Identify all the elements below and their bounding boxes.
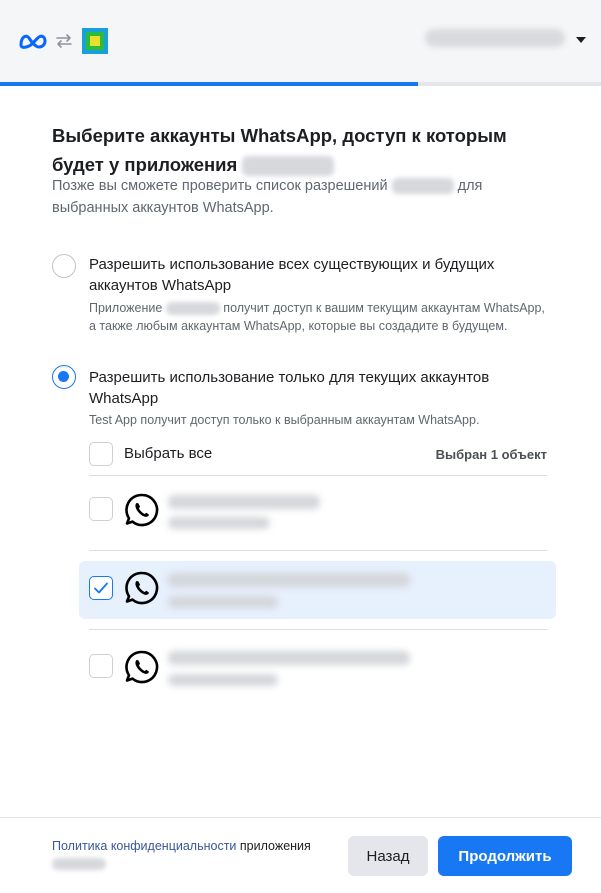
whatsapp-icon <box>125 571 159 605</box>
subtitle-text-2: для <box>457 178 483 194</box>
divider <box>89 550 547 551</box>
account-name-redacted[interactable] <box>425 29 565 47</box>
meta-logo-icon <box>19 34 47 49</box>
option-all-accounts-desc: Приложение получит доступ к вашим текущи… <box>89 300 549 335</box>
header-bar <box>0 0 601 82</box>
app-name-redacted <box>391 178 454 195</box>
progress-fill <box>0 82 418 86</box>
app-icon <box>82 28 108 54</box>
radio-current-accounts[interactable] <box>52 365 76 389</box>
app-name-redacted <box>52 858 106 871</box>
policy-suffix: приложения <box>239 839 311 853</box>
account-number-redacted <box>168 517 270 529</box>
account-number-redacted <box>168 674 278 686</box>
account-name-redacted <box>168 573 410 587</box>
account-checkbox-checked[interactable] <box>89 576 113 600</box>
account-checkbox[interactable] <box>89 497 113 521</box>
select-all-label[interactable]: Выбрать все <box>124 445 212 462</box>
policy-text: Политика конфиденциальности приложения <box>52 838 342 871</box>
divider <box>89 475 547 476</box>
divider <box>89 629 547 630</box>
account-checkbox[interactable] <box>89 654 113 678</box>
swap-arrows-icon <box>56 34 72 48</box>
title-line-1: Выберите аккаунты WhatsApp, доступ к кот… <box>52 125 507 146</box>
account-number-redacted <box>168 596 278 608</box>
account-name-redacted <box>168 651 410 665</box>
radio-all-accounts[interactable] <box>52 254 76 278</box>
checkmark-icon <box>94 582 108 594</box>
selected-count: Выбран 1 объект <box>435 447 547 462</box>
option-desc-text-1: Приложение <box>89 301 163 315</box>
page-subtitle: Позже вы сможете проверить список разреш… <box>52 175 552 219</box>
option-current-accounts-desc: Test App получит доступ только к выбранн… <box>89 413 480 427</box>
app-name-redacted <box>165 302 220 316</box>
caret-down-icon[interactable] <box>576 37 586 43</box>
subtitle-text-1: Позже вы сможете проверить список разреш… <box>52 178 388 194</box>
continue-button[interactable]: Продолжить <box>438 836 572 876</box>
footer-divider <box>0 817 601 818</box>
account-name-redacted <box>168 495 320 509</box>
privacy-policy-link[interactable]: Политика конфиденциальности <box>52 839 236 853</box>
select-all-checkbox[interactable] <box>89 442 113 466</box>
progress-bar <box>0 82 601 86</box>
app-name-redacted <box>242 156 335 177</box>
title-line-2: будет у приложения <box>52 154 238 175</box>
option-all-accounts-label[interactable]: Разрешить использование всех существующи… <box>89 254 549 296</box>
back-button[interactable]: Назад <box>348 836 428 876</box>
option-current-accounts-label[interactable]: Разрешить использование только для текущ… <box>89 367 549 409</box>
whatsapp-icon <box>125 493 159 527</box>
page-title: Выберите аккаунты WhatsApp, доступ к кот… <box>52 121 572 179</box>
subtitle-text-3: выбранных аккаунтов WhatsApp. <box>52 200 274 216</box>
whatsapp-icon <box>125 650 159 684</box>
